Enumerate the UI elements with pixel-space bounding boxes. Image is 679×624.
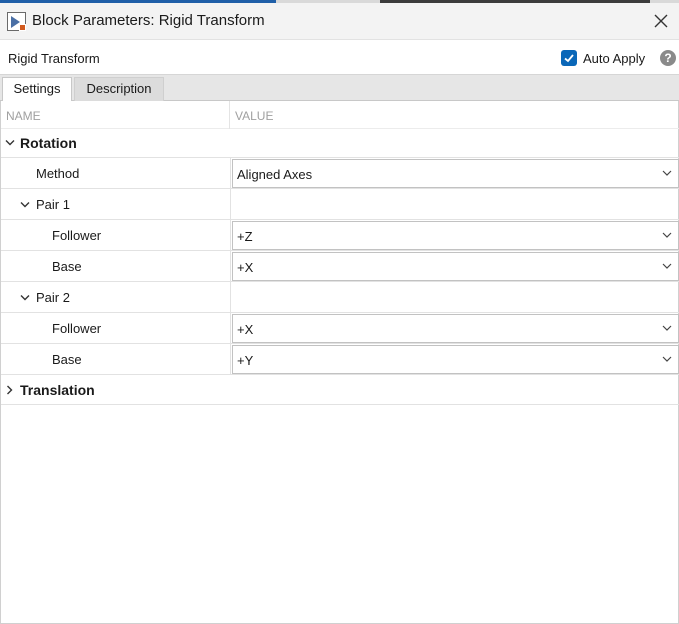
auto-apply-label: Auto Apply — [583, 50, 646, 66]
param-value-cell-pair1-follower: +Z — [230, 220, 679, 251]
chevron-right-icon[interactable] — [6, 385, 14, 395]
chevron-down-icon — [662, 170, 672, 176]
column-header-value: VALUE — [235, 109, 274, 123]
column-separator[interactable] — [229, 101, 230, 129]
group-translation[interactable]: Translation — [1, 376, 679, 405]
pair1-base-dropdown-value: +X — [237, 260, 254, 275]
title-bar: Block Parameters: Rigid Transform — [0, 3, 679, 40]
checkmark-icon — [564, 54, 574, 63]
group-rotation[interactable]: Rotation — [1, 129, 679, 158]
tab-description[interactable]: Description — [74, 77, 164, 101]
block-name-label: Rigid Transform — [8, 51, 100, 66]
group-rotation-label: Rotation — [20, 135, 77, 151]
block-parameters-app-icon — [7, 12, 26, 31]
param-value-cell-pair2-follower: +X — [230, 313, 679, 344]
pair2-base-dropdown-value: +Y — [237, 353, 254, 368]
pair2-follower-dropdown-value: +X — [237, 322, 254, 337]
param-value-cell-method: Aligned Axes — [230, 158, 679, 189]
chevron-down-icon[interactable] — [5, 139, 15, 147]
param-row-pair2[interactable]: Pair 2 — [1, 282, 679, 313]
param-label-method: Method — [36, 166, 80, 181]
param-value-cell-pair2-base: +Y — [230, 344, 679, 375]
param-label-pair1-follower: Follower — [52, 228, 102, 243]
tab-bar: Settings Description — [0, 75, 679, 102]
param-value-cell-pair1-base: +X — [230, 251, 679, 282]
param-row-pair1-base: Base +X — [1, 251, 679, 282]
chevron-down-icon — [662, 263, 672, 269]
help-icon[interactable]: ? — [660, 50, 676, 66]
close-icon[interactable] — [651, 11, 671, 31]
auto-apply-toggle[interactable]: Auto Apply — [561, 49, 645, 67]
param-value-cell-pair1 — [230, 189, 679, 220]
close-icon-glyph — [654, 14, 668, 28]
method-dropdown[interactable]: Aligned Axes — [232, 159, 679, 188]
chevron-down-icon — [662, 232, 672, 238]
auto-apply-checkbox[interactable] — [561, 50, 577, 66]
chevron-down-icon — [662, 356, 672, 362]
app-icon-badge — [19, 24, 26, 31]
param-label-pair2: Pair 2 — [36, 290, 70, 305]
column-header: NAME VALUE — [1, 101, 679, 129]
pair1-follower-dropdown-value: +Z — [237, 229, 253, 244]
parameters-panel: NAME VALUE Rotation Method Aligned Axes … — [0, 101, 679, 624]
param-row-pair2-follower: Follower +X — [1, 313, 679, 344]
chevron-down-icon[interactable] — [20, 294, 30, 302]
param-value-cell-pair2 — [230, 282, 679, 313]
chevron-down-icon — [662, 325, 672, 331]
param-row-pair1[interactable]: Pair 1 — [1, 189, 679, 220]
param-row-pair1-follower: Follower +Z — [1, 220, 679, 251]
tab-settings[interactable]: Settings — [2, 77, 72, 102]
param-label-pair2-follower: Follower — [52, 321, 102, 336]
param-label-pair2-base: Base — [52, 352, 82, 367]
column-header-name: NAME — [6, 109, 41, 123]
block-header: Rigid Transform Auto Apply ? — [0, 40, 679, 75]
param-label-pair1: Pair 1 — [36, 197, 70, 212]
chevron-down-icon[interactable] — [20, 201, 30, 209]
param-row-pair2-base: Base +Y — [1, 344, 679, 375]
pair2-base-dropdown[interactable]: +Y — [232, 345, 679, 374]
window-title: Block Parameters: Rigid Transform — [32, 12, 265, 29]
pair2-follower-dropdown[interactable]: +X — [232, 314, 679, 343]
param-row-method: Method Aligned Axes — [1, 158, 679, 189]
pair1-follower-dropdown[interactable]: +Z — [232, 221, 679, 250]
group-translation-label: Translation — [20, 382, 95, 398]
pair1-base-dropdown[interactable]: +X — [232, 252, 679, 281]
method-dropdown-value: Aligned Axes — [237, 167, 313, 182]
param-label-pair1-base: Base — [52, 259, 82, 274]
